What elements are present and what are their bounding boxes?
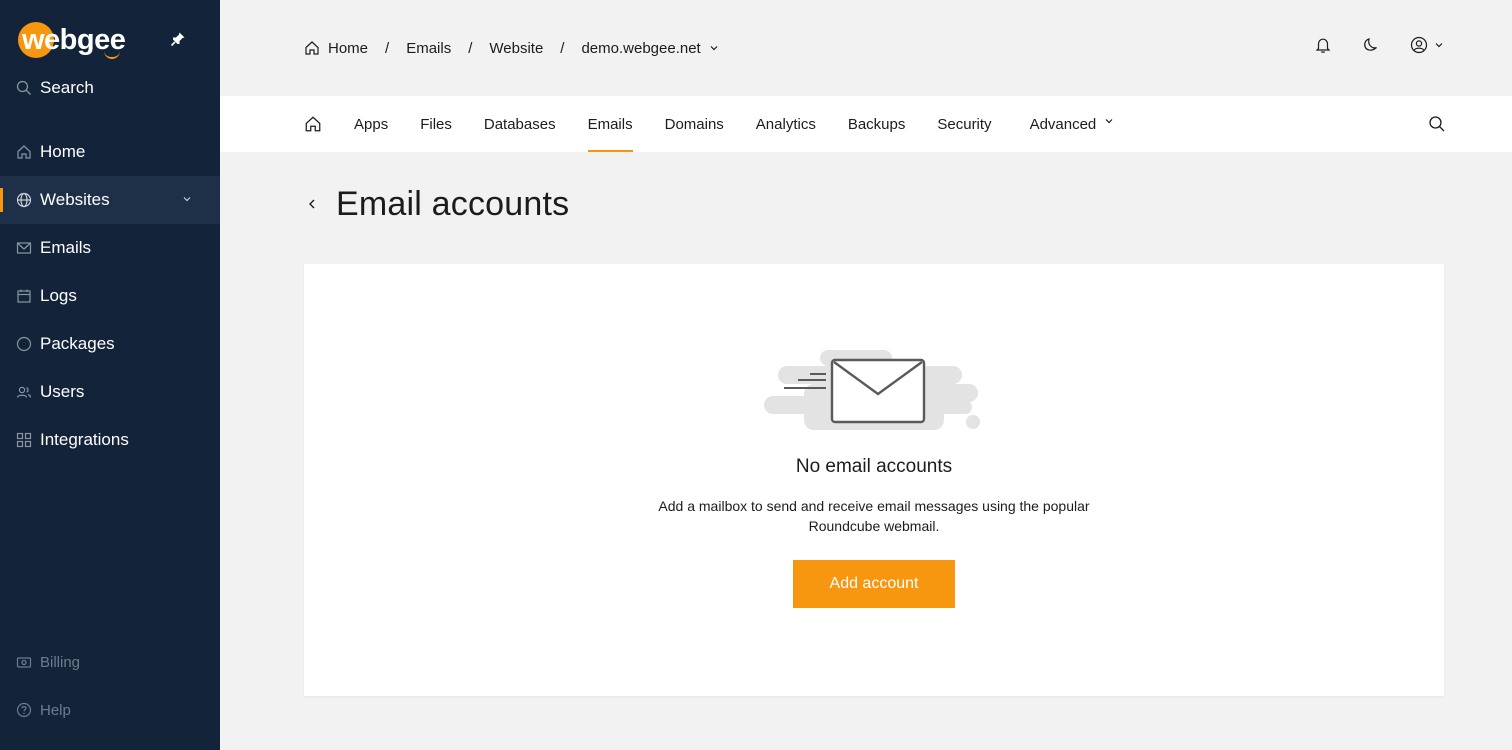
back-button[interactable] bbox=[304, 196, 320, 212]
sidebar-item-label: Integrations bbox=[40, 430, 129, 449]
breadcrumb: Home / Emails / Website / demo.webgee.ne… bbox=[304, 36, 719, 60]
webgee-logo[interactable]: webgee bbox=[16, 20, 126, 60]
tab-home[interactable] bbox=[304, 96, 322, 152]
tab-backups[interactable]: Backups bbox=[848, 96, 906, 152]
sidebar-item-help[interactable]: Help bbox=[0, 686, 220, 734]
sidebar-item-logs[interactable]: Logs bbox=[0, 272, 220, 320]
circle-icon bbox=[16, 336, 32, 352]
sidebar-item-emails[interactable]: Emails bbox=[0, 224, 220, 272]
breadcrumb-separator: / bbox=[560, 39, 565, 57]
empty-state-title: No email accounts bbox=[795, 456, 953, 477]
bell-icon[interactable] bbox=[1314, 36, 1332, 54]
sidebar-item-integrations[interactable]: Integrations bbox=[0, 416, 220, 464]
sidebar-item-label: Home bbox=[40, 142, 86, 161]
billing-icon bbox=[16, 657, 32, 668]
breadcrumb-separator: / bbox=[385, 39, 390, 57]
home-icon bbox=[305, 116, 321, 132]
calendar-icon bbox=[17, 289, 31, 303]
search-icon[interactable] bbox=[1428, 115, 1446, 133]
globe-icon bbox=[16, 192, 32, 208]
moon-icon[interactable] bbox=[1362, 36, 1380, 54]
sidebar-item-label: Users bbox=[40, 382, 85, 401]
chevron-down-icon bbox=[710, 46, 718, 51]
top-bar: Home / Emails / Website / demo.webgee.ne… bbox=[220, 0, 1512, 96]
sidebar-item-label: Help bbox=[40, 701, 71, 719]
sidebar-item-websites[interactable]: Websites bbox=[0, 176, 220, 224]
chevron-down-icon bbox=[183, 197, 191, 202]
user-icon bbox=[1410, 36, 1428, 54]
breadcrumb-domain[interactable]: demo.webgee.net bbox=[581, 40, 718, 57]
sidebar-item-billing[interactable]: Billing bbox=[0, 638, 220, 686]
sidebar-search-label: Search bbox=[40, 78, 94, 97]
tab-security[interactable]: Security bbox=[937, 96, 991, 152]
envelope-illustration bbox=[764, 350, 980, 430]
top-actions bbox=[1314, 36, 1444, 54]
user-menu[interactable] bbox=[1410, 36, 1444, 54]
breadcrumb-website[interactable]: Website bbox=[489, 40, 543, 57]
breadcrumb-label: demo.webgee.net bbox=[581, 39, 701, 57]
tab-analytics[interactable]: Analytics bbox=[756, 96, 816, 152]
search-icon bbox=[16, 80, 31, 95]
email-accounts-card: No email accounts Add a mailbox to send … bbox=[304, 264, 1444, 696]
tab-databases[interactable]: Databases bbox=[484, 96, 556, 152]
mail-icon bbox=[16, 242, 32, 254]
sidebar-item-packages[interactable]: Packages bbox=[0, 320, 220, 368]
page-header: Email accounts bbox=[304, 182, 569, 226]
sidebar-search[interactable]: Search bbox=[16, 76, 94, 100]
add-account-button[interactable]: Add account bbox=[793, 560, 955, 608]
tab-domains[interactable]: Domains bbox=[665, 96, 724, 152]
tab-bar: Apps Files Databases Emails Domains Anal… bbox=[220, 96, 1512, 152]
tabs: Apps Files Databases Emails Domains Anal… bbox=[304, 96, 1146, 152]
tab-advanced[interactable]: Advanced bbox=[1030, 96, 1115, 152]
tab-emails[interactable]: Emails bbox=[587, 96, 633, 152]
home-icon bbox=[305, 41, 319, 55]
empty-state-description: Add a mailbox to send and receive email … bbox=[658, 498, 1090, 534]
users-icon bbox=[16, 386, 32, 398]
sidebar-bottom: Billing Help bbox=[0, 638, 220, 734]
sidebar-item-label: Packages bbox=[40, 334, 115, 353]
chevron-down-icon bbox=[1105, 119, 1113, 124]
help-icon bbox=[16, 702, 32, 718]
sidebar-item-label: Emails bbox=[40, 238, 92, 257]
tab-apps[interactable]: Apps bbox=[354, 96, 388, 152]
chevron-left-icon bbox=[309, 199, 315, 209]
sidebar-item-users[interactable]: Users bbox=[0, 368, 220, 416]
breadcrumb-emails[interactable]: Emails bbox=[406, 40, 451, 57]
breadcrumb-label: Home bbox=[328, 39, 369, 57]
grid-icon bbox=[16, 432, 32, 448]
chevron-down-icon bbox=[1435, 43, 1443, 48]
sidebar-item-label: Logs bbox=[40, 286, 77, 305]
sidebar-item-home[interactable]: Home bbox=[0, 128, 220, 176]
page-title: Email accounts bbox=[336, 184, 570, 223]
pin-icon[interactable] bbox=[170, 31, 186, 47]
sidebar: webgee Search Home Websites Emails Logs bbox=[0, 0, 220, 750]
tab-advanced-label: Advanced bbox=[1029, 115, 1097, 133]
sidebar-nav: Home Websites Emails Logs Packages Users… bbox=[0, 128, 220, 464]
home-icon bbox=[17, 145, 31, 159]
sidebar-item-label: Billing bbox=[40, 653, 81, 671]
breadcrumb-separator: / bbox=[468, 39, 473, 57]
breadcrumb-home[interactable]: Home bbox=[304, 40, 368, 57]
sidebar-item-label: Websites bbox=[40, 190, 110, 209]
tab-files[interactable]: Files bbox=[420, 96, 452, 152]
